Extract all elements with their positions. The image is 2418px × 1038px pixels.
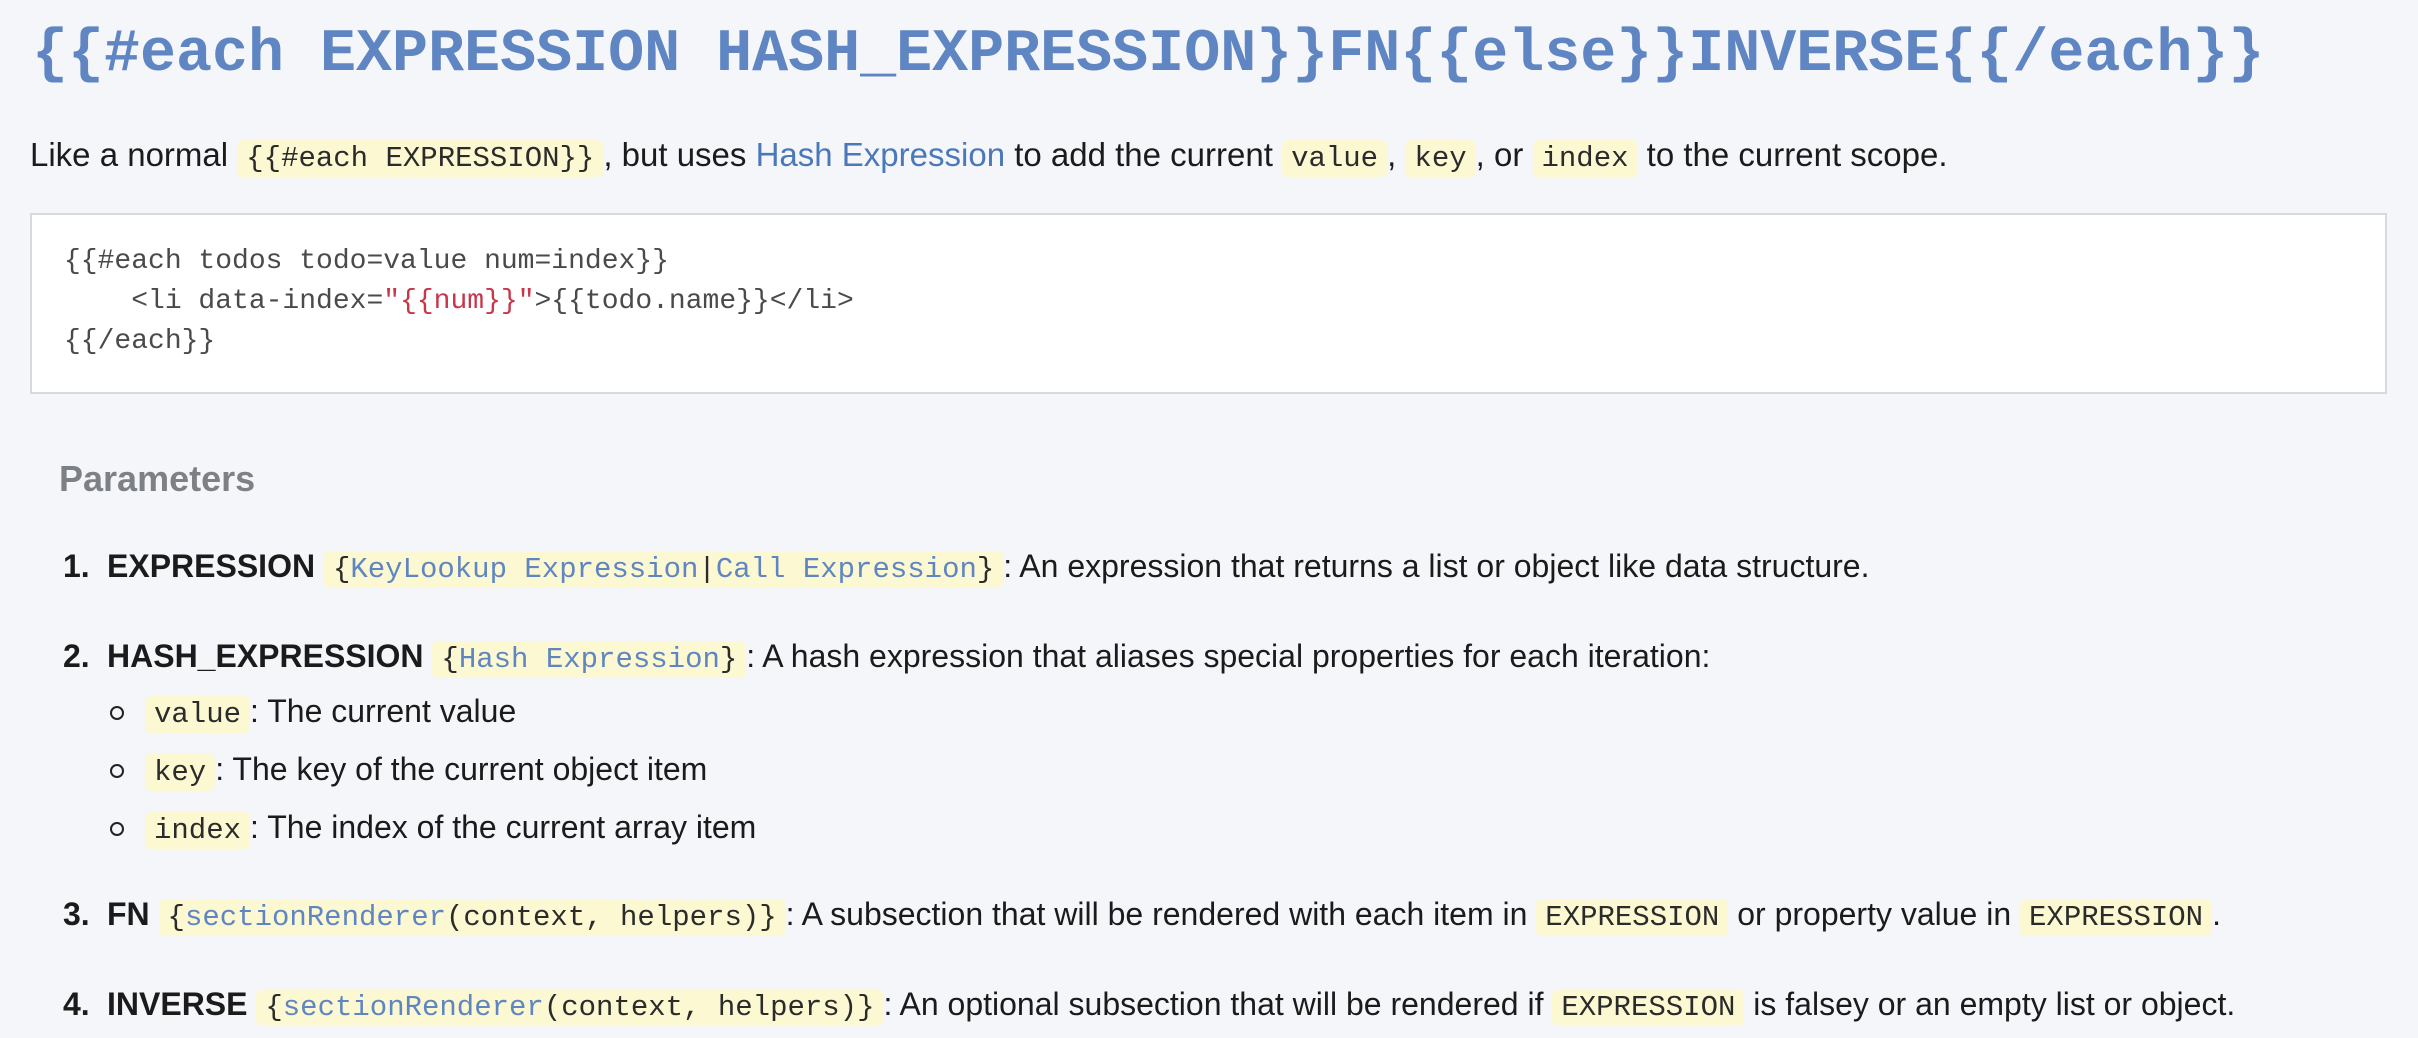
- intro-paragraph: Like a normal {{#each EXPRESSION}}, but …: [30, 128, 1948, 186]
- type-link[interactable]: sectionRenderer: [185, 901, 446, 934]
- intro-text: , or: [1475, 136, 1533, 173]
- param-type: {Hash Expression}: [432, 641, 747, 678]
- type-brace: {: [265, 991, 283, 1024]
- param-name: HASH_EXPRESSION: [107, 638, 424, 674]
- parameter-item: 1. EXPRESSION {KeyLookup Expression|Call …: [59, 536, 2389, 600]
- code-string: "{{num}}": [383, 286, 535, 317]
- type-brace: }: [976, 553, 995, 586]
- type-signature: (context, helpers)}: [543, 991, 875, 1024]
- intro-text: to add the current: [1005, 136, 1283, 173]
- type-brace: {: [441, 643, 459, 676]
- sub-list-item: key: The key of the current object item: [107, 742, 2389, 800]
- code-example-block: {{#each todos todo=value num=index}} <li…: [30, 213, 2387, 394]
- sub-description: : The index of the current array item: [250, 809, 757, 845]
- sub-list: value: The current value key: The key of…: [107, 684, 2389, 858]
- bullet-icon: [110, 706, 124, 720]
- type-link[interactable]: Hash Expression: [459, 643, 720, 676]
- param-name: FN: [107, 896, 150, 932]
- param-description: : An optional subsection that will be re…: [883, 986, 1553, 1022]
- intro-text: to the current scope.: [1637, 136, 1948, 173]
- inline-code: EXPRESSION: [2020, 899, 2213, 936]
- inline-code-index: index: [1532, 140, 1638, 177]
- type-brace: }: [719, 643, 738, 676]
- page-title: {{#each EXPRESSION HASH_EXPRESSION}}FN{{…: [32, 21, 2265, 89]
- doc-page: {{#each EXPRESSION HASH_EXPRESSION}}FN{{…: [0, 0, 2418, 1037]
- code-line: <li data-index=: [64, 286, 384, 317]
- inline-code: value: [145, 696, 251, 733]
- parameters-heading: Parameters: [59, 458, 256, 499]
- param-name: EXPRESSION: [107, 548, 316, 584]
- bullet-icon: [110, 764, 124, 778]
- type-separator: |: [698, 553, 716, 586]
- param-type: {KeyLookup Expression|Call Expression}: [323, 551, 1004, 588]
- type-brace: {: [167, 901, 185, 934]
- parameters-list: 1. EXPRESSION {KeyLookup Expression|Call …: [59, 536, 2389, 1038]
- param-type: {sectionRenderer(context, helpers)}: [158, 899, 786, 936]
- item-number: 2.: [63, 638, 90, 674]
- item-number: 1.: [63, 548, 90, 584]
- item-number: 3.: [63, 896, 90, 932]
- type-link[interactable]: KeyLookup Expression: [350, 553, 698, 586]
- intro-text: , but uses: [603, 136, 756, 173]
- sub-description: : The key of the current object item: [215, 751, 708, 787]
- bullet-icon: [110, 822, 124, 836]
- intro-text: ,: [1387, 136, 1406, 173]
- intro-text: Like a normal: [30, 136, 238, 173]
- type-link[interactable]: sectionRenderer: [283, 991, 544, 1024]
- sub-list-item: index: The index of the current array it…: [107, 800, 2389, 858]
- type-signature: (context, helpers)}: [446, 901, 777, 934]
- param-description: : A subsection that will be rendered wit…: [785, 896, 1537, 932]
- inline-code: index: [145, 812, 251, 849]
- code-line: {{#each todos todo=value num=index}}: [64, 246, 669, 277]
- parameter-item: 2. HASH_EXPRESSION {Hash Expression}: A h…: [59, 626, 2389, 858]
- param-description: : A hash expression that aliases special…: [746, 638, 1711, 674]
- param-description: is falsey or an empty list or object.: [1744, 986, 2236, 1022]
- param-description: : An expression that returns a list or o…: [1003, 548, 1870, 584]
- parameter-item: 4. INVERSE {sectionRenderer(context, help…: [59, 974, 2389, 1038]
- type-brace: {: [332, 553, 351, 586]
- inline-code-key: key: [1405, 140, 1476, 177]
- type-link[interactable]: Call Expression: [716, 553, 977, 586]
- inline-code: EXPRESSION: [1536, 899, 1729, 936]
- hash-expression-link[interactable]: Hash Expression: [756, 136, 1005, 173]
- inline-code: {{#each EXPRESSION}}: [237, 140, 604, 177]
- inline-code: EXPRESSION: [1552, 989, 1745, 1026]
- param-description: or property value in: [1728, 896, 2021, 932]
- parameter-item: 3. FN {sectionRenderer(context, helpers)}…: [59, 884, 2389, 948]
- item-number: 4.: [63, 986, 90, 1022]
- param-name: INVERSE: [107, 986, 248, 1022]
- inline-code: key: [145, 754, 216, 791]
- code-line: >{{todo.name}}</li>: [534, 286, 854, 317]
- param-type: {sectionRenderer(context, helpers)}: [256, 989, 884, 1026]
- sub-list-item: value: The current value: [107, 684, 2389, 742]
- inline-code-value: value: [1282, 140, 1388, 177]
- param-description: .: [2212, 896, 2221, 932]
- code-line: {{/each}}: [64, 326, 216, 357]
- sub-description: : The current value: [250, 693, 517, 729]
